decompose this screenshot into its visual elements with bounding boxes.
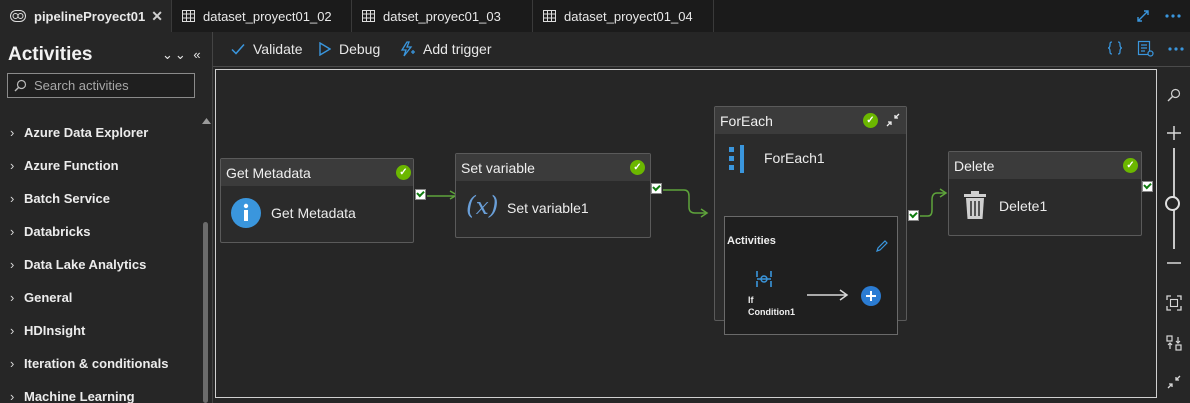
pipeline-toolbar: Validate Debug Add trigger <box>213 32 1190 67</box>
pipeline-icon <box>10 10 26 22</box>
tab-label: dataset_proyect01_02 <box>203 8 332 24</box>
trash-icon <box>964 191 986 219</box>
success-icon: ✓ <box>630 160 645 175</box>
close-icon[interactable]: ✕ <box>151 8 163 25</box>
category-label: HDInsight <box>24 322 86 338</box>
search-input[interactable] <box>34 78 194 93</box>
category-label: Machine Learning <box>24 388 135 403</box>
success-port[interactable] <box>415 189 426 200</box>
if-condition-label: Condition1 <box>748 307 795 317</box>
zoom-in-icon[interactable] <box>1166 125 1182 141</box>
zoom-slider-thumb[interactable] <box>1165 196 1180 211</box>
success-icon: ✓ <box>396 165 411 180</box>
pipeline-canvas[interactable]: Get Metadata ✓ Get Metadata Set variable… <box>215 69 1157 398</box>
tab-bar: pipelineProyect01 ✕ dataset_proyect01_02… <box>0 0 1190 32</box>
category-machine-learning[interactable]: › Machine Learning <box>10 386 135 403</box>
info-icon <box>231 198 261 228</box>
validate-label: Validate <box>253 41 303 57</box>
if-condition-icon <box>756 271 772 287</box>
activity-delete[interactable]: Delete ✓ Delete1 <box>948 151 1142 236</box>
if-condition-label: If <box>748 295 754 305</box>
category-azure-function[interactable]: › Azure Function <box>10 155 119 175</box>
activity-name: Get Metadata <box>271 205 356 221</box>
add-trigger-label: Add trigger <box>423 41 492 57</box>
code-icon[interactable] <box>1107 40 1123 56</box>
tab-pipeline[interactable]: pipelineProyect01 ✕ <box>0 0 172 32</box>
activity-type: Set variable <box>461 159 535 176</box>
success-port[interactable] <box>651 183 662 194</box>
category-label: Databricks <box>24 223 91 239</box>
sidebar-title: Activities <box>8 44 93 65</box>
activity-type: Delete <box>954 157 995 174</box>
category-label: General <box>24 289 73 305</box>
add-activity-icon[interactable] <box>861 286 881 306</box>
table-icon <box>182 10 195 22</box>
play-icon <box>319 42 331 56</box>
scroll-thumb[interactable] <box>203 222 208 403</box>
search-icon[interactable] <box>1167 88 1181 102</box>
activity-name: Set variable1 <box>507 200 589 216</box>
activities-sidebar: Activities ⌄⌄ « ›Azure Data Explorer ›Az… <box>0 32 213 403</box>
debug-button[interactable]: Debug <box>319 32 380 66</box>
zoom-panel <box>1157 69 1190 403</box>
success-icon: ✓ <box>863 113 878 128</box>
edit-icon[interactable] <box>875 240 888 253</box>
tab-dataset-02[interactable]: dataset_proyect01_02 <box>172 0 352 32</box>
category-general[interactable]: › General <box>10 287 72 307</box>
tab-label: datset_proyec01_03 <box>383 8 501 24</box>
sidebar-scrollbar[interactable] <box>201 112 211 403</box>
inner-activities-title: Activities <box>727 235 776 247</box>
variable-icon: (x) <box>466 191 499 220</box>
inner-activities-panel[interactable]: Activities If Condition1 <box>724 216 898 335</box>
category-azure-data-explorer[interactable]: › Azure Data Explorer <box>10 122 148 142</box>
add-trigger-button[interactable]: Add trigger <box>399 32 491 66</box>
activity-foreach[interactable]: ForEach ✓ ForEach1 Activities If Conditi… <box>714 106 907 335</box>
arrow-icon <box>807 289 849 301</box>
validate-button[interactable]: Validate <box>231 32 303 66</box>
debug-label: Debug <box>339 41 381 57</box>
category-iteration-conditionals[interactable]: › Iteration & conditionals <box>10 353 168 373</box>
search-box[interactable] <box>7 73 195 98</box>
tab-label: dataset_proyect01_04 <box>564 8 693 24</box>
category-label: Iteration & conditionals <box>24 355 169 371</box>
success-icon: ✓ <box>1123 158 1138 173</box>
category-label: Azure Data Explorer <box>24 124 149 140</box>
table-icon <box>543 10 556 22</box>
collapse-icon[interactable] <box>886 113 900 127</box>
activity-type: Get Metadata <box>226 164 311 181</box>
category-label: Batch Service <box>24 190 110 206</box>
success-port[interactable] <box>908 210 919 221</box>
category-hdinsight[interactable]: › HDInsight <box>10 320 85 340</box>
expand-icon[interactable] <box>1136 9 1150 23</box>
success-port[interactable] <box>1142 181 1153 192</box>
auto-align-icon[interactable] <box>1166 335 1182 351</box>
activity-name: ForEach1 <box>764 150 825 166</box>
collapse-icon[interactable]: ⌄⌄ « <box>162 47 203 63</box>
category-batch-service[interactable]: › Batch Service <box>10 188 110 208</box>
zoom-out-icon[interactable] <box>1166 261 1182 265</box>
category-data-lake-analytics[interactable]: › Data Lake Analytics <box>10 254 146 274</box>
trigger-icon <box>400 41 415 57</box>
tab-actions <box>1136 0 1190 32</box>
properties-icon[interactable] <box>1137 40 1154 57</box>
category-label: Azure Function <box>24 157 119 173</box>
category-label: Data Lake Analytics <box>24 256 147 272</box>
tab-dataset-04[interactable]: dataset_proyect01_04 <box>533 0 714 32</box>
activity-get-metadata[interactable]: Get Metadata ✓ Get Metadata <box>220 158 414 243</box>
tab-label: pipelineProyect01 <box>34 8 146 24</box>
fit-to-screen-icon[interactable] <box>1166 295 1182 311</box>
search-icon <box>14 79 27 92</box>
more-icon[interactable] <box>1164 13 1182 19</box>
activity-type: ForEach <box>720 112 773 129</box>
category-databricks[interactable]: › Databricks <box>10 221 90 241</box>
collapse-icon[interactable] <box>1167 375 1181 389</box>
scroll-up-icon[interactable] <box>202 118 211 124</box>
more-icon[interactable] <box>1167 46 1185 52</box>
activity-set-variable[interactable]: Set variable ✓ (x) Set variable1 <box>455 153 651 238</box>
activity-name: Delete1 <box>999 198 1048 214</box>
foreach-icon <box>729 145 744 173</box>
checkmark-icon <box>231 44 245 55</box>
tab-dataset-03[interactable]: datset_proyec01_03 <box>352 0 533 32</box>
table-icon <box>362 10 375 22</box>
